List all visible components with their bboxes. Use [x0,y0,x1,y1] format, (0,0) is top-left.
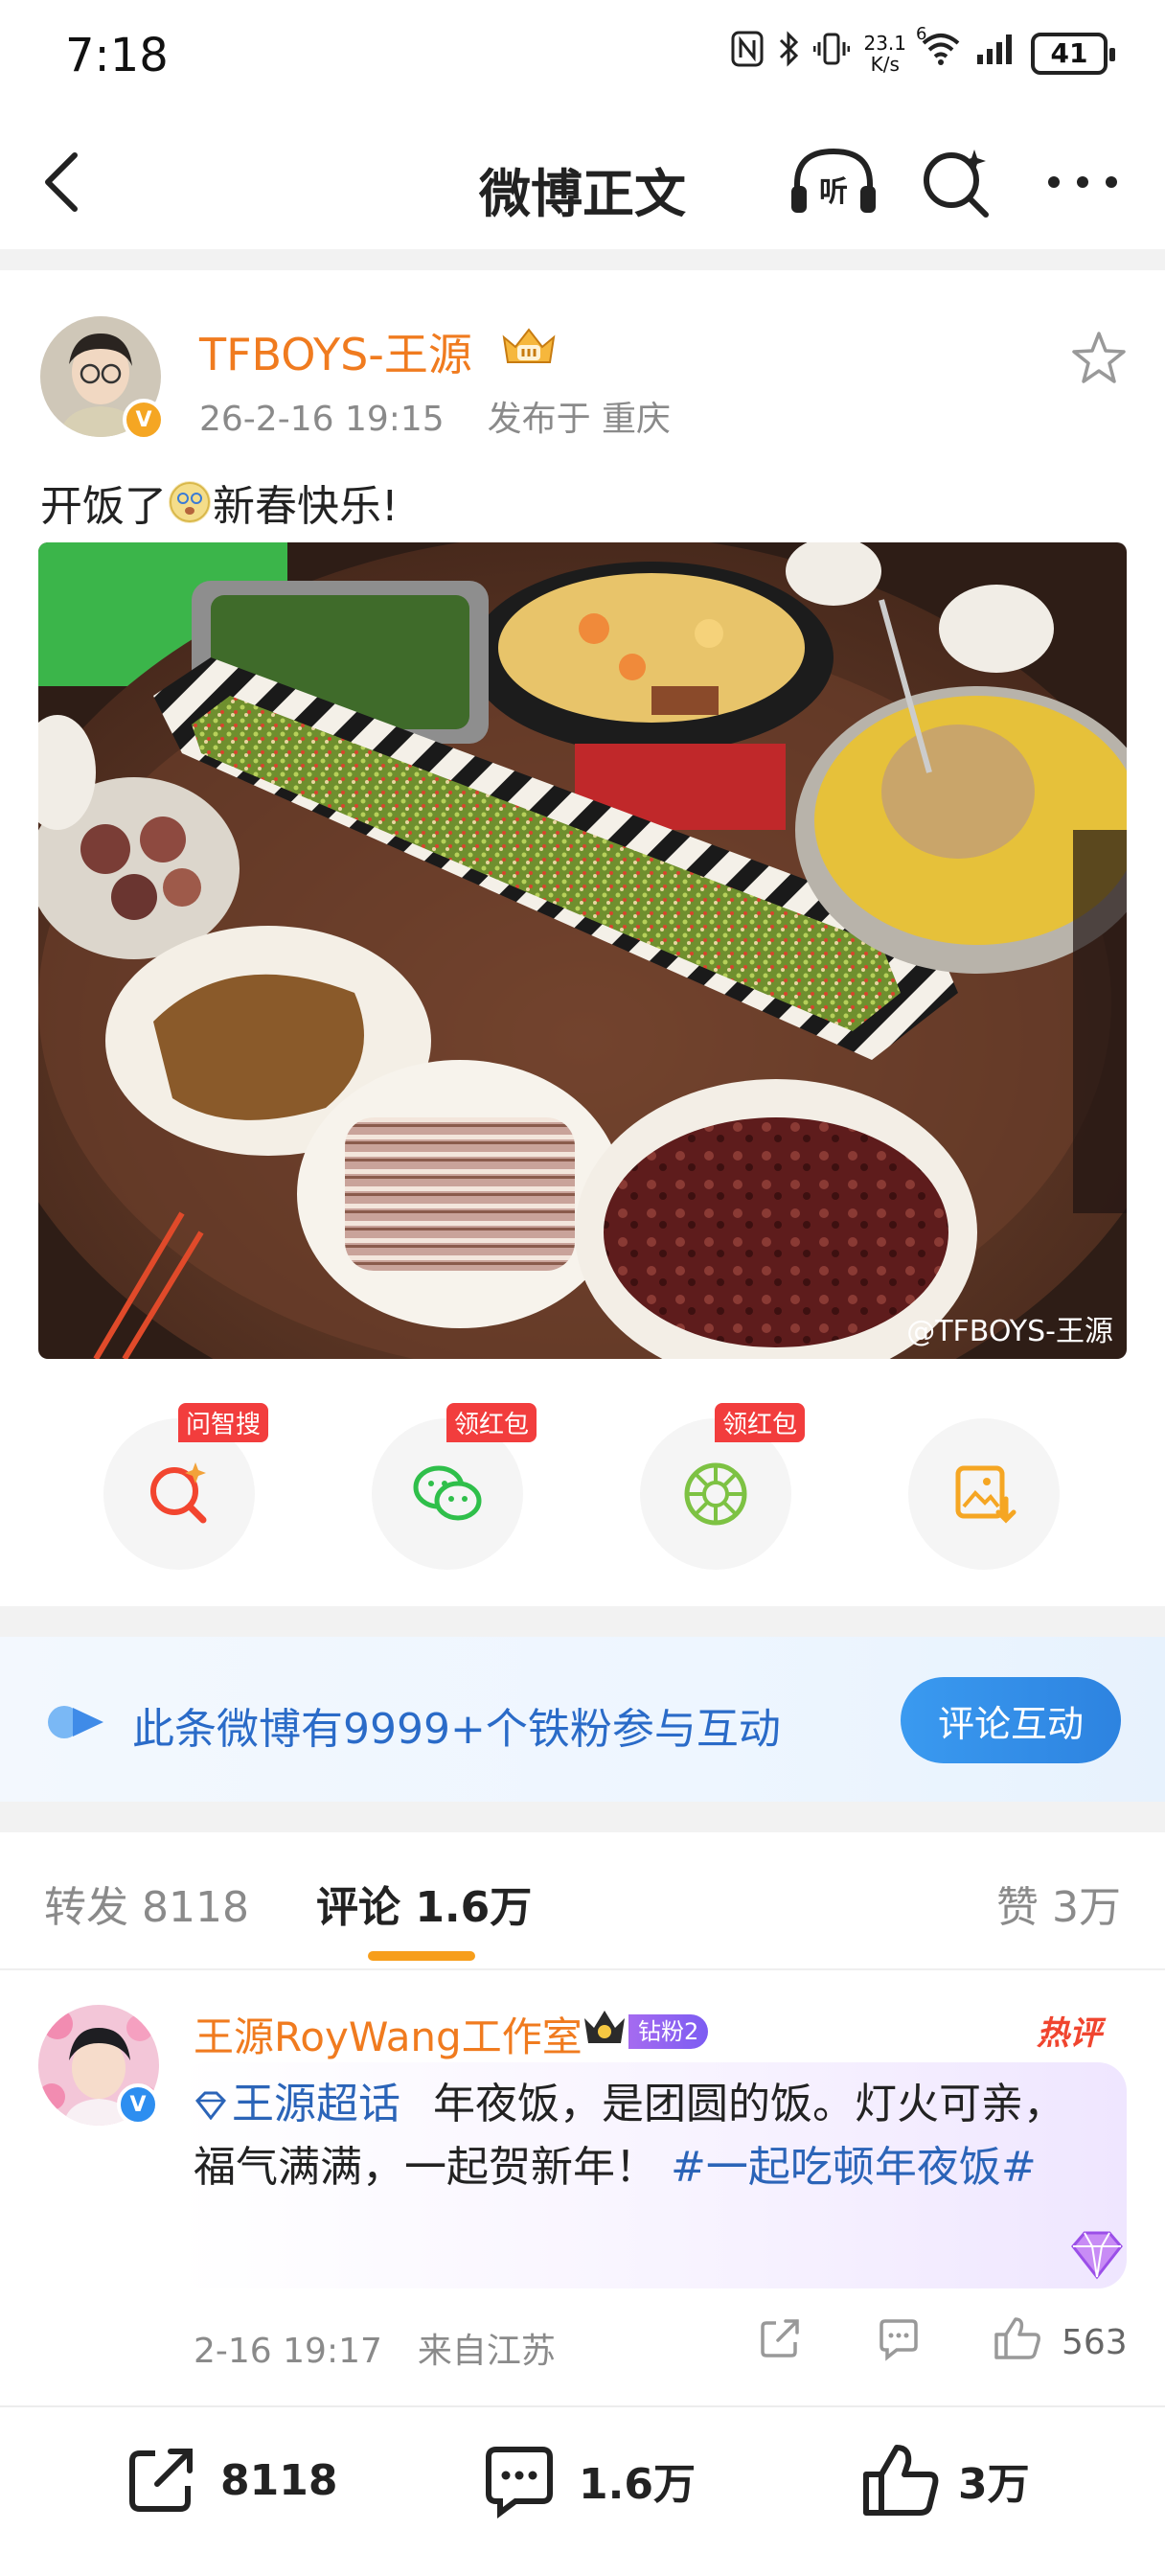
more-button[interactable] [1039,144,1126,220]
net-speed-unit: K/s [870,52,900,76]
ai-search-button[interactable]: 问智搜 [103,1403,269,1570]
hot-comment-badge: 热评 [1037,2014,1102,2053]
section-divider [0,1606,1165,1637]
fans-interaction-banner: 此条微博有9999+个铁粉参与互动 评论互动 [0,1637,1165,1802]
verified-badge: V [117,2083,159,2126]
comment-like-count: 563 [1062,2323,1128,2362]
net-speed-value: 23.1 [863,31,906,55]
action-tag: 问智搜 [178,1403,269,1442]
nfc-icon [731,31,764,76]
moments-icon [684,1462,747,1526]
thumbs-up-icon [994,2317,1040,2359]
section-divider [0,249,1165,270]
search-button[interactable] [915,144,1001,220]
fan-level-badge: 钻粉2 [628,2014,709,2049]
net-speed: 23.1 K/s [863,33,906,75]
listen-button[interactable]: 听 [786,144,881,220]
save-image-button[interactable] [908,1418,1060,1570]
hashtag-link[interactable]: #一起吃顿年夜饭# [671,2143,1037,2192]
vibrate-icon [812,31,851,76]
repost-icon [129,2449,193,2512]
comment-time: 2-16 19:17 [194,2332,382,2371]
supertopic-link[interactable]: 王源超话 [194,2080,400,2128]
status-icons: 23.1 K/s 6 41 [731,24,1115,76]
headphone-icon: 听 [791,148,876,213]
wifi-icon: 6 [916,24,962,75]
comment-location: 来自江苏 [417,2332,556,2371]
ai-search-icon [150,1462,207,1524]
wifi-generation-label: 6 [916,24,927,44]
tab-reposts[interactable]: 转发 8118 [44,1873,249,1934]
member-crown-icon [498,322,560,370]
status-time: 7:18 [65,29,169,82]
comment-author-name[interactable]: 王源RoyWang工作室 [194,2005,582,2063]
post-text-part2: 新春快乐! [213,482,399,531]
section-divider [0,1802,1165,1832]
comment-share-button[interactable] [757,2315,803,2365]
post-text-part1: 开饭了 [40,482,167,531]
post-location: 发布于 重庆 [487,400,672,439]
comment-body: 王源超话 年夜饭，是团圆的饭。灯火可亲，福气满满，一起贺新年！ #一起吃顿年夜饭… [194,2074,1104,2198]
wechat-icon [413,1465,482,1521]
fans-banner-text: 此条微博有9999+个铁粉参与互动 [132,1705,781,1754]
tab-comments[interactable]: 评论 1.6万 [316,1873,532,1934]
share-icon [761,2319,799,2358]
comment-icon [486,2447,553,2518]
favorite-button[interactable] [1068,328,1130,389]
reply-icon [879,2319,918,2361]
action-tag: 领红包 [446,1403,537,1442]
post-meta: 26-2-16 19:15 发布于 重庆 [199,391,671,441]
more-dots-icon [1048,176,1117,188]
post-author-name[interactable]: TFBOYS-王源 [199,320,472,383]
tabs-divider [0,1968,1165,1970]
bluetooth-icon [777,31,800,76]
footer-comment-button[interactable]: 1.6万 [479,2440,696,2520]
footer-repost-button[interactable]: 8118 [121,2440,337,2520]
footer-like-count: 3万 [958,2460,1030,2509]
nav-header: 微博正文 听 [0,115,1165,249]
share-wechat-button[interactable]: 领红包 [372,1403,537,1570]
post-image[interactable]: @TFBOYS-王源 [38,542,1127,1359]
signal-icon [975,32,1017,75]
fan-crown-icon [581,2007,628,2049]
star-icon [1072,332,1126,383]
active-tab-indicator [368,1951,475,1961]
footer-comment-count: 1.6万 [579,2460,696,2509]
battery-indicator: 41 [1031,32,1115,75]
dizzy-emoji-icon [169,481,211,523]
search-icon [924,150,989,218]
post-text: 开饭了 新春快乐! [40,472,399,533]
action-tag: 领红包 [715,1403,806,1442]
footer-like-button[interactable]: 3万 [858,2440,1030,2520]
food-photo [38,542,1127,1359]
footer-repost-count: 8118 [220,2455,338,2505]
comment-reply-button[interactable] [876,2315,922,2365]
status-bar: 7:18 23.1 K/s 6 41 [0,0,1165,115]
footer-divider [0,2405,1165,2407]
post-timestamp: 26-2-16 19:15 [199,400,445,439]
verified-badge: V [123,399,165,441]
gem-decoration-icon [1063,2225,1131,2283]
fans-play-icon [46,1704,107,1740]
save-image-icon [955,1465,1017,1524]
thumbs-up-icon [863,2445,939,2516]
tab-likes[interactable]: 赞 3万 [996,1873,1121,1934]
supertopic-label: 王源超话 [232,2080,400,2128]
comment-meta: 2-16 19:17 来自江苏 [194,2323,556,2373]
image-watermark: @TFBOYS-王源 [906,1315,1113,1348]
comment-like-button[interactable] [993,2315,1042,2365]
listen-glyph: 听 [819,175,848,209]
comment-interact-button[interactable]: 评论互动 [901,1677,1121,1763]
diamond-icon [194,2076,232,2137]
share-moments-button[interactable]: 领红包 [640,1403,806,1570]
